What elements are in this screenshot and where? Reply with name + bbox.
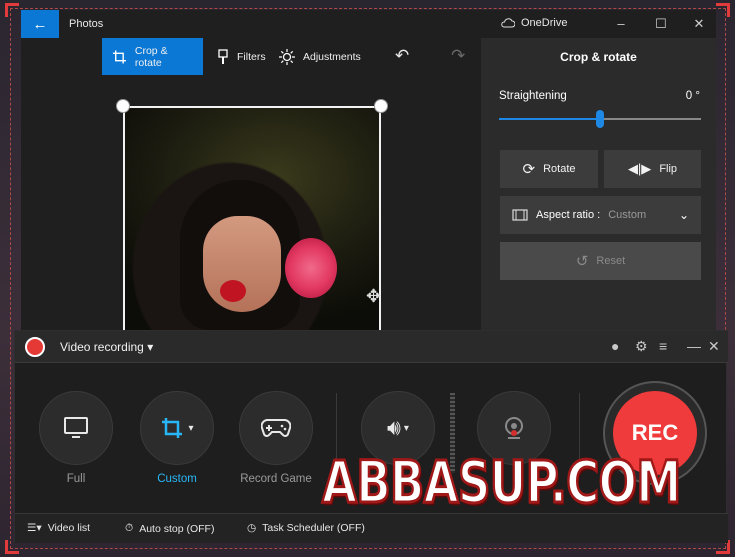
caret-down-icon: ▾ xyxy=(188,422,194,434)
full-label: Full xyxy=(66,473,86,485)
adjustments-label: Adjustments xyxy=(303,50,361,63)
task-scheduler-button[interactable]: ◷ Task Scheduler (OFF) xyxy=(247,522,365,534)
straightening-slider[interactable] xyxy=(499,110,701,128)
crop-icon xyxy=(112,49,126,64)
close-icon[interactable]: ✕ xyxy=(708,338,720,355)
caret-down-icon: ▾ xyxy=(403,422,409,434)
aspect-ratio-dropdown[interactable]: Aspect ratio : Custom ⌄ xyxy=(500,196,701,234)
rotate-label: Rotate xyxy=(543,163,576,175)
custom-label: Custom xyxy=(157,473,197,485)
cropped-photo[interactable] xyxy=(123,106,381,330)
slider-thumb[interactable] xyxy=(596,110,604,128)
reset-button[interactable]: ↺ Reset xyxy=(500,242,701,280)
brush-icon xyxy=(218,48,228,64)
recorder-header: Video recording ▾ ● ⚙ ≡ — ✕ xyxy=(15,331,728,363)
rotate-icon: ⟳ xyxy=(522,161,536,178)
watermark-logo: ABBASUP.COM xyxy=(321,447,683,518)
flip-label: Flip xyxy=(659,163,678,175)
move-cursor-icon: ✥ xyxy=(366,286,382,306)
chevron-down-icon: ⌄ xyxy=(678,208,689,222)
minimize-icon[interactable]: — xyxy=(687,338,701,354)
straightening-label: Straightening xyxy=(499,90,567,102)
list-icon: ☰▾ xyxy=(27,522,42,534)
video-list-button[interactable]: ☰▾ Video list xyxy=(27,522,90,534)
crop-rotate-tab[interactable]: Crop & rotate xyxy=(102,38,203,75)
reset-icon: ↺ xyxy=(575,253,589,270)
cloud-icon xyxy=(501,18,515,28)
slider-fill xyxy=(499,118,600,120)
caret-down-icon: ▾ xyxy=(147,340,154,354)
gear-icon[interactable]: ⚙ xyxy=(635,338,648,355)
full-screen-button[interactable] xyxy=(39,391,113,465)
speaker-icon: 🔊︎ xyxy=(387,415,401,440)
mode-dropdown[interactable]: Video recording ▾ xyxy=(60,340,153,354)
photos-window: ← Photos OneDrive – ☐ ✕ Crop & rotate Fi… xyxy=(21,10,716,330)
reset-label: Reset xyxy=(596,255,626,267)
close-button[interactable]: ✕ xyxy=(689,14,709,34)
aspect-ratio-icon xyxy=(512,209,528,221)
filters-label: Filters xyxy=(237,50,266,63)
capture-corner-top-right[interactable] xyxy=(716,3,730,17)
app-title: Photos xyxy=(69,18,104,30)
clock-icon: ◷ xyxy=(247,522,257,534)
auto-stop-label: Auto stop (OFF) xyxy=(139,522,215,535)
rotate-button[interactable]: ⟳ Rotate xyxy=(500,150,598,188)
flip-icon: ◀|▶ xyxy=(627,161,652,176)
image-canvas: ✥ xyxy=(21,76,481,330)
photos-titlebar: ← Photos OneDrive – ☐ ✕ xyxy=(21,10,716,38)
task-scheduler-label: Task Scheduler (OFF) xyxy=(262,522,365,534)
recorder-logo-icon xyxy=(25,337,45,357)
crop-rotate-label: Crop & rotate xyxy=(134,44,168,69)
back-arrow-icon: ← xyxy=(32,15,48,33)
onedrive-label: OneDrive xyxy=(521,17,568,29)
aspect-ratio-value: Custom xyxy=(608,209,647,221)
redo-icon[interactable]: ↷ xyxy=(451,46,465,66)
back-button[interactable]: ← xyxy=(21,10,59,38)
monitor-icon xyxy=(64,417,88,438)
menu-icon[interactable]: ≡ xyxy=(659,338,667,354)
mode-label: Video recording xyxy=(60,340,144,354)
sun-icon xyxy=(279,48,295,65)
filters-tab[interactable]: Filters xyxy=(207,38,276,75)
crop-handle-top-right[interactable] xyxy=(374,99,388,113)
straightening-value: 0 ° xyxy=(685,90,700,102)
video-list-label: Video list xyxy=(47,522,91,534)
timer-icon: ⏱ xyxy=(125,522,134,534)
desktop-background: ← Photos OneDrive – ☐ ✕ Crop & rotate Fi… xyxy=(0,0,735,557)
account-icon[interactable]: ● xyxy=(611,338,619,354)
flip-button[interactable]: ◀|▶ Flip xyxy=(604,150,701,188)
maximize-button[interactable]: ☐ xyxy=(651,14,671,34)
custom-area-button[interactable]: ▾ xyxy=(140,391,214,465)
minimize-button[interactable]: – xyxy=(611,14,631,34)
onedrive-status[interactable]: OneDrive xyxy=(501,17,567,29)
undo-icon[interactable]: ↶ xyxy=(395,46,409,66)
record-game-button[interactable] xyxy=(239,391,313,465)
panel-title: Crop & rotate xyxy=(560,50,637,64)
edit-toolbar: Crop & rotate Filters Adjustments ↶ ↷ xyxy=(21,38,481,76)
adjustments-tab[interactable]: Adjustments xyxy=(269,38,371,75)
gamepad-icon xyxy=(261,419,291,437)
crop-handle-top-left[interactable] xyxy=(116,99,130,113)
crop-rotate-panel: Crop & rotate Straightening 0 ° ⟳ Rotate… xyxy=(481,38,716,330)
auto-stop-button[interactable]: ⏱ Auto stop (OFF) xyxy=(125,522,214,535)
recorder-footer: ☰▾ Video list ⏱ Auto stop (OFF) ◷ Task S… xyxy=(15,513,728,543)
record-game-label: Record Game xyxy=(240,473,312,485)
crop-icon xyxy=(162,418,183,438)
capture-corner-top-left[interactable] xyxy=(5,3,19,17)
webcam-icon xyxy=(505,417,523,439)
aspect-ratio-label: Aspect ratio : xyxy=(536,209,601,221)
